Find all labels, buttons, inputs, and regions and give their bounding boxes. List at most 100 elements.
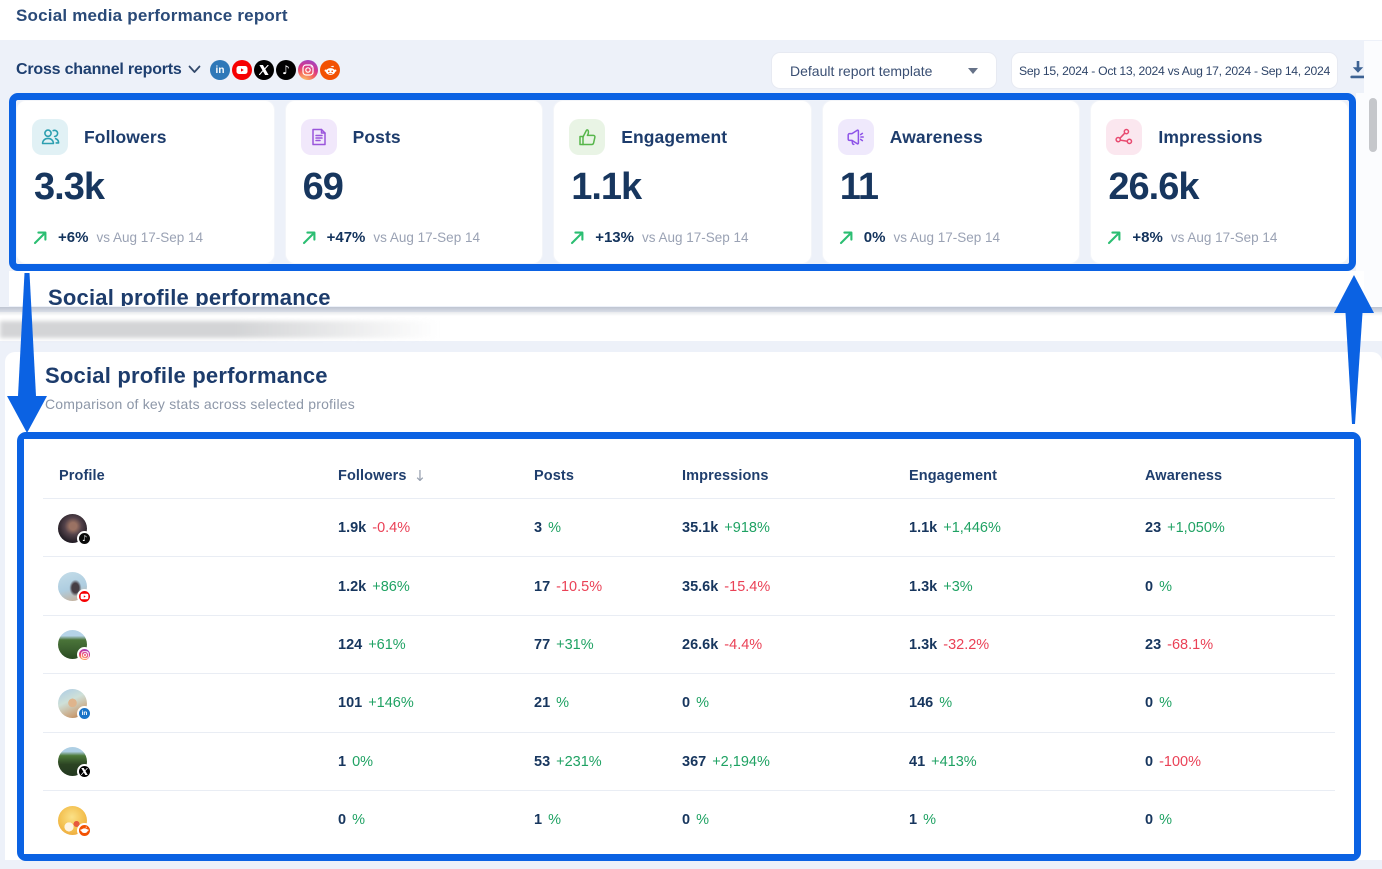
- awareness-value: 23: [1145, 520, 1161, 536]
- table-cell-impressions: 0%: [682, 674, 709, 732]
- instagram-badge-icon: [77, 647, 92, 662]
- table-cell-posts: 21%: [534, 674, 569, 732]
- report-section-dropdown-label[interactable]: Cross channel reports: [16, 61, 182, 79]
- impressions-value: 35.1k: [682, 520, 718, 536]
- table-cell-awareness: 23-68.1%: [1145, 616, 1213, 674]
- followers-change: +146%: [368, 695, 414, 711]
- followers-value: 0: [338, 812, 346, 828]
- linkedin-badge-icon: in: [77, 706, 92, 721]
- tiktok-badge-icon: ♪: [77, 531, 92, 546]
- column-header-followers[interactable]: Followers ↓: [338, 448, 426, 504]
- table-cell-profile: [58, 733, 87, 791]
- scrollbar-thumb[interactable]: [1369, 98, 1377, 152]
- share-nodes-icon: [1106, 119, 1142, 155]
- tiktok-icon[interactable]: ♪: [276, 60, 296, 80]
- trend-up-icon: [839, 230, 854, 245]
- page-title: Social media performance report: [16, 7, 288, 24]
- table-cell-awareness: 23 +1,050%: [1145, 499, 1225, 557]
- blurred-region: [0, 321, 452, 338]
- table-cell-engagement: 1%: [909, 791, 936, 849]
- stat-card-change: +8%: [1132, 229, 1162, 246]
- youtube-icon[interactable]: [232, 60, 252, 80]
- stat-card-value: 26.6k: [1108, 168, 1334, 206]
- impressions-change: %: [696, 695, 709, 711]
- instagram-icon[interactable]: [298, 60, 318, 80]
- profile-avatar[interactable]: [58, 806, 87, 835]
- table-cell-followers: 124+61%: [338, 616, 406, 674]
- megaphone-icon: [838, 119, 874, 155]
- table-cell-engagement: 146%: [909, 674, 952, 732]
- x-glyph: [259, 65, 269, 75]
- awareness-change: +1,050%: [1167, 520, 1225, 536]
- engagement-change: %: [939, 695, 952, 711]
- channel-icons: in ♪: [210, 60, 340, 80]
- stat-card-engagement: Engagement 1.1k +13% vs Aug 17-Sep 14: [553, 100, 812, 264]
- awareness-change: -68.1%: [1167, 637, 1213, 653]
- x-icon[interactable]: [254, 60, 274, 80]
- table-cell-engagement: 41+413%: [909, 733, 977, 791]
- table-cell-engagement: 1.3k-32.2%: [909, 616, 989, 674]
- stat-card-change: +13%: [595, 229, 634, 246]
- clipped-section-title: Social profile performance: [48, 285, 331, 306]
- trend-up-icon: [302, 230, 317, 245]
- sort-desc-icon: ↓: [414, 467, 427, 485]
- date-range-picker[interactable]: Sep 15, 2024 - Oct 13, 2024 vs Aug 17, 2…: [1011, 52, 1338, 89]
- table-row: 1.2k+86% 17-10.5% 35.6k-15.4% 1.3k+3% 0%: [24, 557, 1354, 615]
- chevron-down-icon[interactable]: [188, 65, 201, 74]
- table-row: ♪ 1.9k-0.4% 3% 35.1k+918% 1.1k+1,446% 23…: [24, 499, 1354, 557]
- table-cell-engagement: 1.3k+3%: [909, 557, 973, 615]
- annotation-arrow-down: [0, 270, 60, 440]
- table-cell-awareness: 0%: [1145, 674, 1172, 732]
- table-cell-posts: 17-10.5%: [534, 557, 602, 615]
- profile-avatar[interactable]: ♪: [58, 514, 87, 543]
- table-cell-posts: 3%: [534, 499, 561, 557]
- linkedin-glyph: in: [216, 65, 225, 76]
- stat-card-impressions: Impressions 26.6k +8% vs Aug 17-Sep 14: [1090, 100, 1349, 264]
- stat-card-compare: vs Aug 17-Sep 14: [642, 230, 749, 245]
- followers-value: 1: [338, 754, 346, 770]
- report-template-select[interactable]: Default report template: [771, 52, 997, 89]
- impressions-change: +2,194%: [712, 754, 770, 770]
- stat-card-followers: Followers 3.3k +6% vs Aug 17-Sep 14: [16, 100, 275, 264]
- engagement-value: 41: [909, 754, 925, 770]
- table-cell-posts: 77+31%: [534, 616, 594, 674]
- awareness-value: 0: [1145, 579, 1153, 595]
- stat-card-label: Engagement: [621, 127, 727, 148]
- table-cell-profile: [58, 791, 87, 849]
- stat-card-label: Posts: [353, 127, 401, 148]
- table-row: 0% 1% 0% 1% 0%: [24, 791, 1354, 849]
- table-row: in 101+146% 21% 0% 146% 0%: [24, 674, 1354, 732]
- awareness-change: %: [1159, 812, 1172, 828]
- followers-value: 1.2k: [338, 579, 366, 595]
- column-header-profile[interactable]: Profile: [59, 448, 105, 504]
- stat-card-trend-row: +47% vs Aug 17-Sep 14: [302, 229, 480, 246]
- linkedin-icon[interactable]: in: [210, 60, 230, 80]
- stat-card-trend-row: +6% vs Aug 17-Sep 14: [33, 229, 203, 246]
- column-header-engagement[interactable]: Engagement: [909, 448, 997, 504]
- stat-card-trend-row: 0% vs Aug 17-Sep 14: [839, 229, 1000, 246]
- section-title: Social profile performance: [45, 363, 328, 389]
- column-header-impressions[interactable]: Impressions: [682, 448, 769, 504]
- engagement-change: +1,446%: [943, 520, 1001, 536]
- column-header-posts[interactable]: Posts: [534, 448, 574, 504]
- awareness-change: %: [1159, 579, 1172, 595]
- table-cell-impressions: 35.6k-15.4%: [682, 557, 770, 615]
- stat-card-header: Impressions: [1106, 119, 1334, 155]
- profile-avatar[interactable]: [58, 747, 87, 776]
- column-header-awareness[interactable]: Awareness: [1145, 448, 1222, 504]
- profile-avatar[interactable]: [58, 630, 87, 659]
- stat-card-label: Awareness: [890, 127, 983, 148]
- column-header-label: Followers: [338, 468, 407, 484]
- profile-avatar[interactable]: in: [58, 689, 87, 718]
- awareness-value: 0: [1145, 695, 1153, 711]
- stat-card-change: +47%: [327, 229, 366, 246]
- reddit-icon[interactable]: [320, 60, 340, 80]
- stat-card-compare: vs Aug 17-Sep 14: [893, 230, 1000, 245]
- table-cell-awareness: 0-100%: [1145, 733, 1201, 791]
- impressions-value: 35.6k: [682, 579, 718, 595]
- stat-card-awareness: Awareness 11 0% vs Aug 17-Sep 14: [822, 100, 1081, 264]
- stat-card-compare: vs Aug 17-Sep 14: [373, 230, 480, 245]
- profile-avatar[interactable]: [58, 572, 87, 601]
- impressions-value: 26.6k: [682, 637, 718, 653]
- date-range-value: Sep 15, 2024 - Oct 13, 2024 vs Aug 17, 2…: [1019, 64, 1330, 78]
